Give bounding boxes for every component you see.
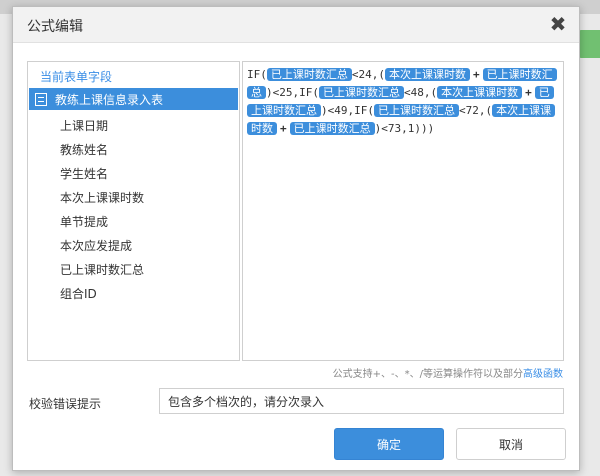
formula-field-chip[interactable]: 已上课时数汇总 bbox=[318, 86, 404, 99]
validation-error-input[interactable] bbox=[159, 388, 564, 414]
background-green-button bbox=[578, 30, 600, 58]
advanced-functions-link[interactable]: 高级函数 bbox=[523, 369, 563, 380]
field-item[interactable]: 学生姓名 bbox=[28, 162, 239, 186]
close-icon[interactable]: ✖ bbox=[547, 12, 569, 36]
field-item[interactable]: 本次上课课时数 bbox=[28, 186, 239, 210]
formula-field-chip[interactable]: 已上课时数汇总 bbox=[289, 122, 375, 135]
dialog-title: 公式编辑 bbox=[27, 19, 83, 35]
field-item[interactable]: 上课日期 bbox=[28, 114, 239, 138]
formula-hint: 公式支持+、-、*、/等运算操作符以及部分高级函数 bbox=[333, 365, 563, 380]
validation-error-label: 校验错误提示 bbox=[29, 397, 102, 411]
formula-text: <24,( bbox=[351, 68, 385, 81]
formula-operator: + bbox=[525, 86, 532, 99]
field-item[interactable]: 已上课时数汇总 bbox=[28, 258, 239, 282]
field-item[interactable]: 本次应发提成 bbox=[28, 234, 239, 258]
formula-text: <72,( bbox=[458, 104, 493, 117]
form-table-item[interactable]: 教练上课信息录入表 bbox=[29, 88, 238, 110]
formula-editor[interactable]: IF(已上课时数汇总 <24,(本次上课课时数 + 已上课时数汇总)<25,IF(已上… bbox=[242, 61, 564, 361]
formula-field-chip[interactable]: 已上课时数汇总 bbox=[373, 104, 459, 117]
table-icon bbox=[35, 92, 47, 106]
field-list: 上课日期 教练姓名 学生姓名 本次上课课时数 单节提成 本次应发提成 已上课时数… bbox=[28, 114, 239, 306]
formula-text: )<25,IF( bbox=[266, 86, 319, 99]
formula-text: )<73,1))) bbox=[374, 122, 435, 135]
formula-text: <48,( bbox=[403, 86, 438, 99]
formula-edit-dialog: 公式编辑 ✖ 当前表单字段 教练上课信息录入表 上课日期 教练姓名 学生姓名 本… bbox=[12, 6, 580, 471]
dialog-header: 公式编辑 ✖ bbox=[13, 7, 579, 43]
formula-text: )<49,IF( bbox=[321, 104, 374, 117]
form-table-name: 教练上课信息录入表 bbox=[55, 92, 164, 107]
formula-text: IF( bbox=[247, 68, 267, 81]
confirm-button[interactable]: 确定 bbox=[334, 428, 444, 460]
field-item[interactable]: 单节提成 bbox=[28, 210, 239, 234]
formula-field-chip[interactable]: 本次上课课时数 bbox=[437, 86, 523, 99]
formula-operator: + bbox=[473, 68, 480, 81]
cancel-button[interactable]: 取消 bbox=[456, 428, 566, 460]
field-item[interactable]: 教练姓名 bbox=[28, 138, 239, 162]
formula-field-chip[interactable]: 已上课时数汇总 bbox=[266, 68, 352, 81]
formula-hint-text: 公式支持+、-、*、/等运算操作符以及部分 bbox=[332, 369, 523, 380]
formula-operator: + bbox=[280, 122, 287, 135]
form-fields-panel: 当前表单字段 教练上课信息录入表 上课日期 教练姓名 学生姓名 本次上课课时数 … bbox=[27, 61, 240, 361]
field-item[interactable]: 组合ID bbox=[28, 282, 239, 306]
formula-field-chip[interactable]: 本次上课课时数 bbox=[385, 68, 470, 81]
fields-panel-heading: 当前表单字段 bbox=[40, 70, 113, 84]
